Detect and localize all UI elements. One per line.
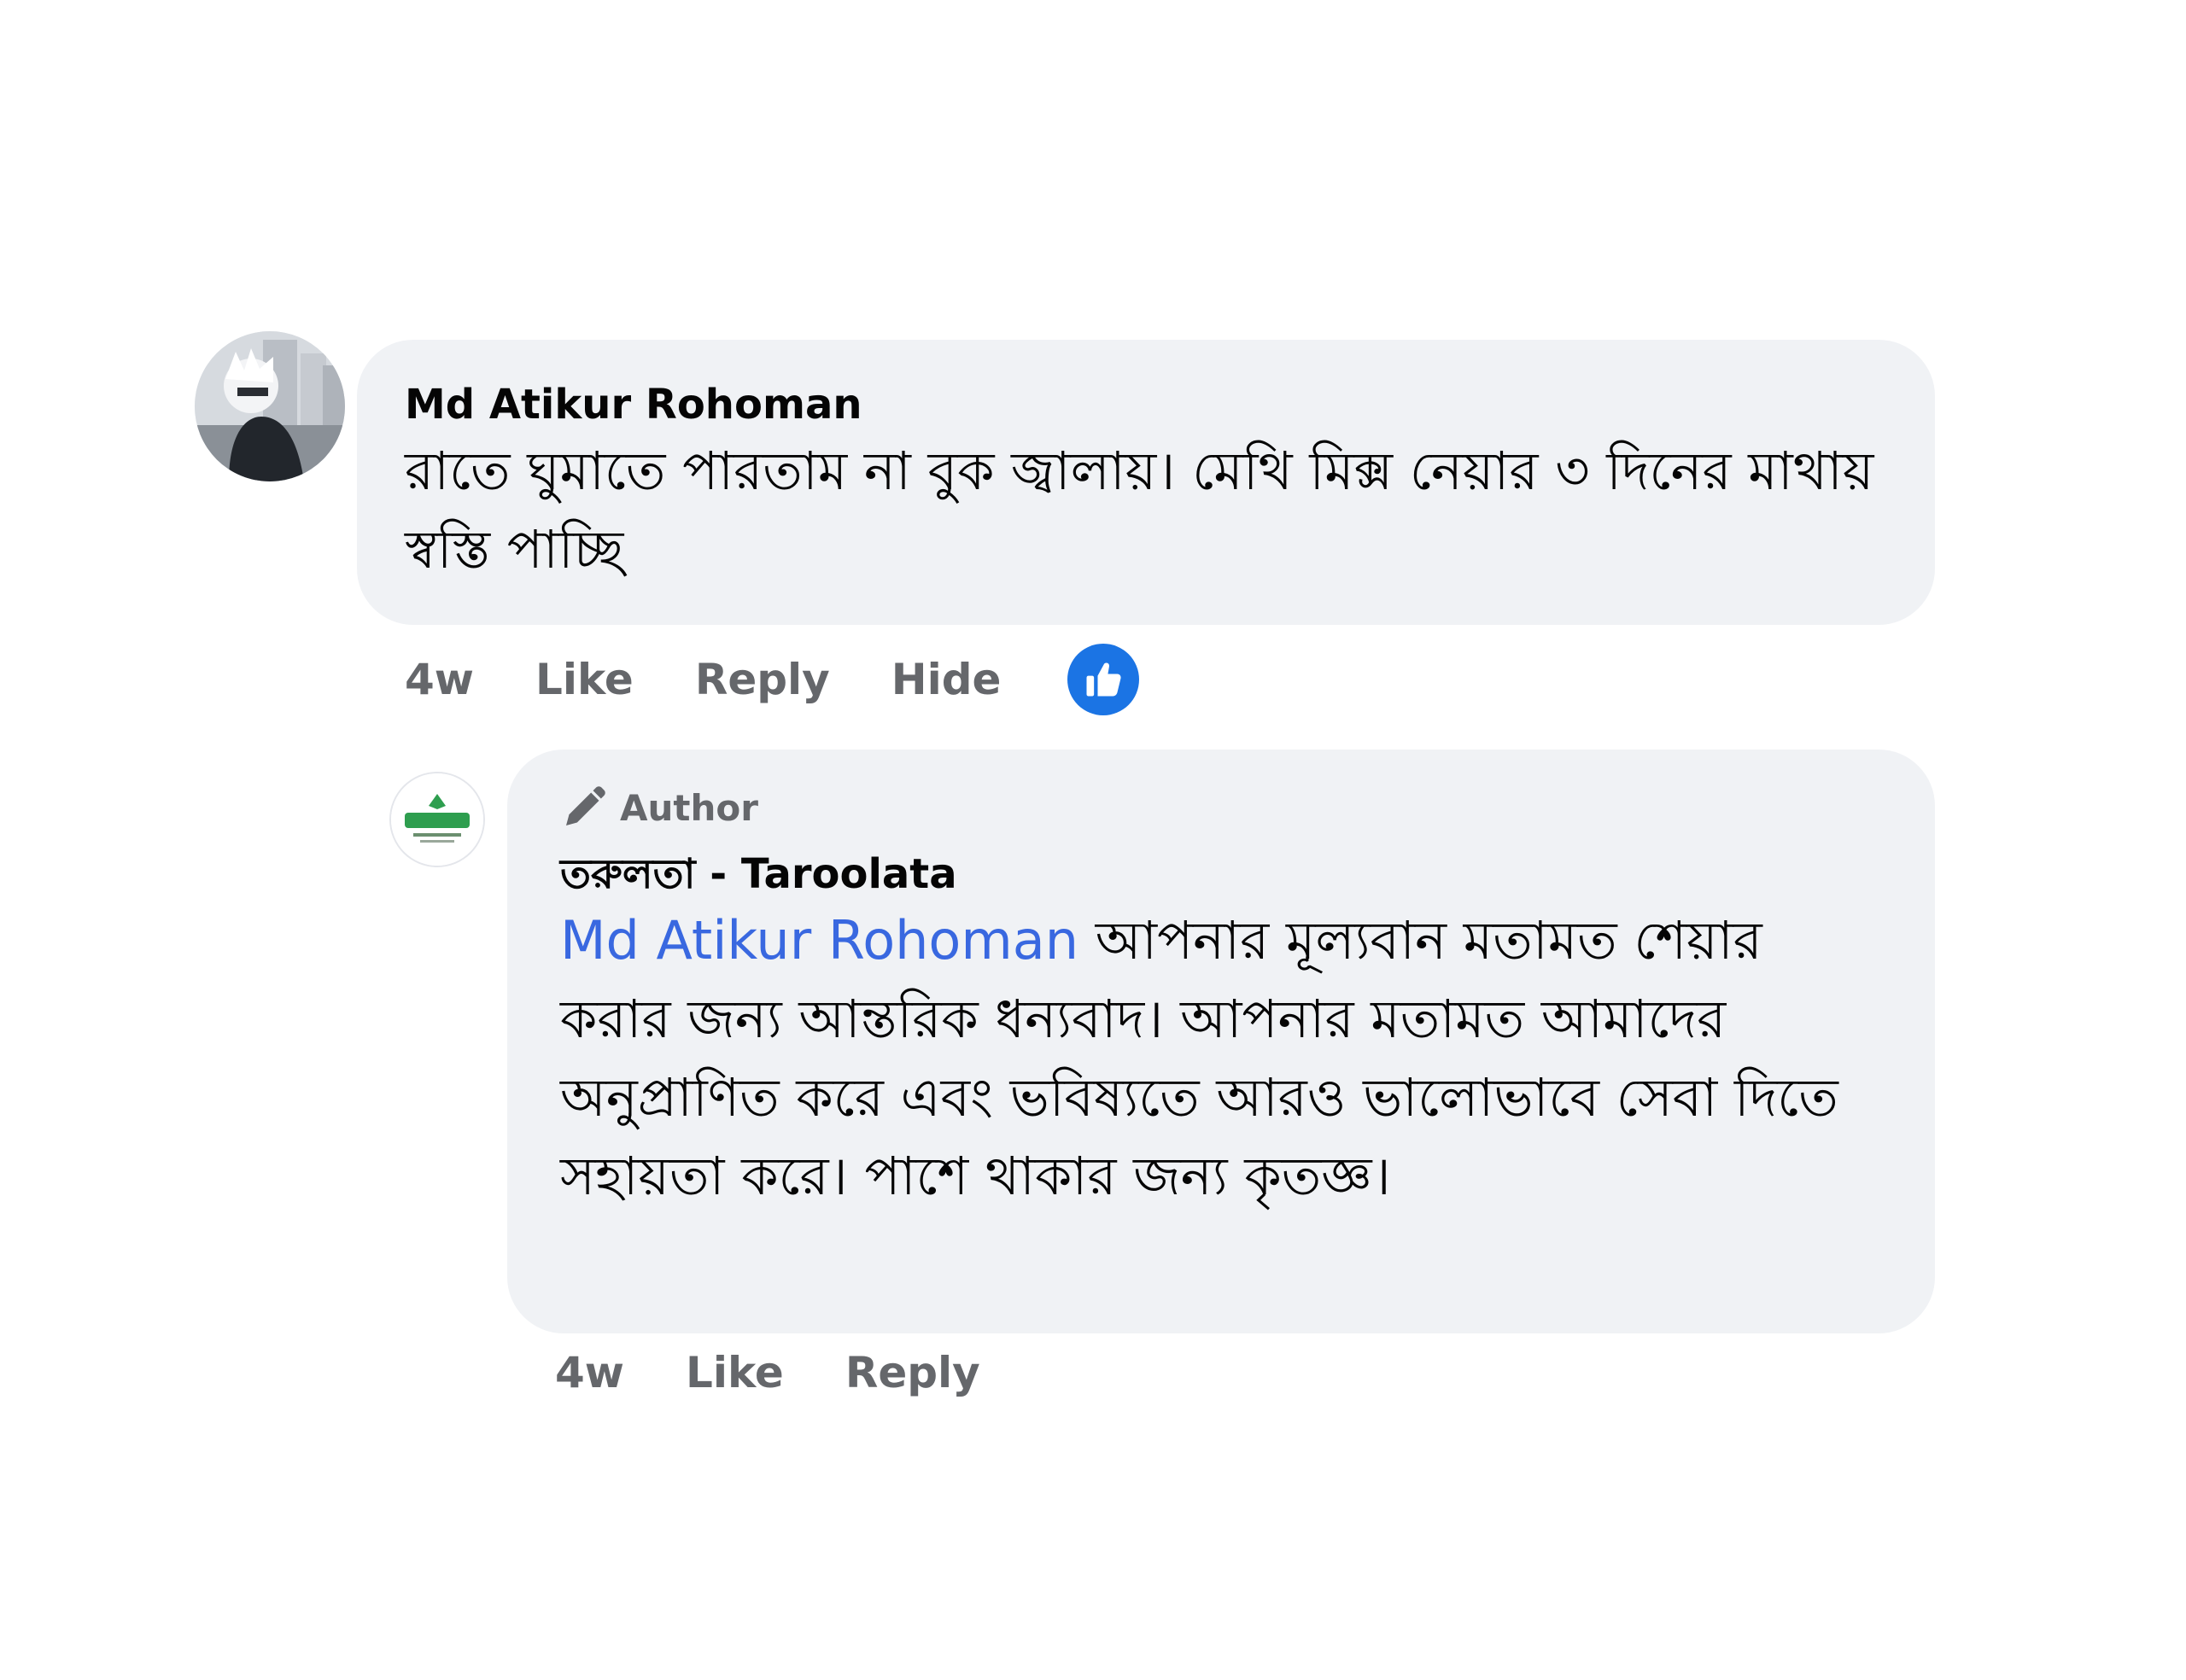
comment-bubble: Md Atikur Rohoman রাতে ঘুমাতে পারতাম না … [357, 340, 1935, 625]
like-button[interactable]: Like [535, 655, 634, 704]
author-badge-label: Author [620, 786, 758, 829]
page-name[interactable]: তরুলতা - Taroolata [560, 847, 1935, 901]
reply-actions: 4w Like Reply [555, 1339, 1042, 1407]
author-badge: Author [560, 780, 1935, 835]
comment-text: রাতে ঘুমাতে পারতাম না বুক জ্বালায়। মেথি… [405, 440, 1874, 580]
reply-timestamp[interactable]: 4w [555, 1348, 624, 1397]
reply-reply-button[interactable]: Reply [845, 1348, 980, 1397]
thumbs-up-icon[interactable] [1067, 644, 1140, 715]
commenter-name[interactable]: Md Atikur Rohoman [405, 377, 1935, 432]
pencil-icon [566, 786, 605, 825]
hide-button[interactable]: Hide [891, 655, 1002, 704]
mention-link[interactable]: Md Atikur Rohoman [560, 909, 1078, 971]
reply-bubble: Author তরুলতা - Taroolata Md Atikur Roho… [507, 750, 1935, 1333]
reply-text: Md Atikur Rohoman আপনার মূল্যবান মতামত শ… [560, 901, 1875, 1216]
comment-timestamp[interactable]: 4w [405, 655, 474, 704]
page-avatar[interactable] [389, 772, 485, 867]
comment-actions: 4w Like Reply Hide [405, 642, 1140, 717]
commenter-avatar[interactable] [195, 331, 345, 481]
reply-like-button[interactable]: Like [686, 1348, 784, 1397]
reply-button[interactable]: Reply [695, 655, 830, 704]
